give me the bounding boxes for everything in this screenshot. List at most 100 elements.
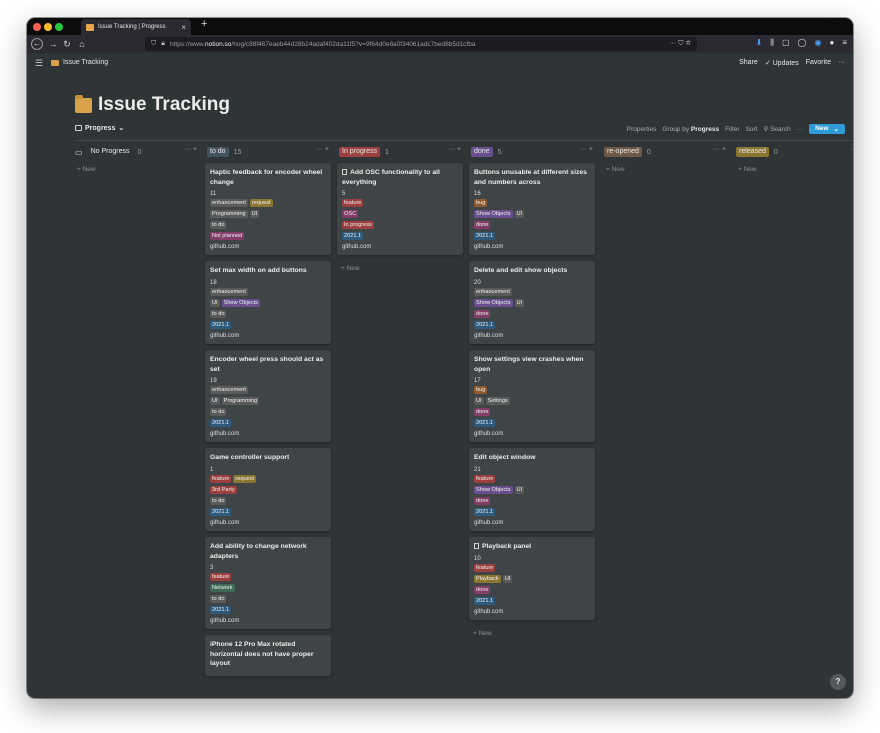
back-button[interactable]: ← (31, 38, 43, 50)
sort-button[interactable]: Sort (746, 126, 758, 133)
source-link[interactable]: github.com (210, 617, 326, 625)
tag-badge: 2021.1 (210, 419, 232, 427)
add-card-button[interactable]: + New (473, 630, 492, 637)
filter-button[interactable]: Filter (725, 126, 739, 133)
share-button[interactable]: Share (739, 59, 758, 67)
address-bar[interactable]: ⛉ 🔒︎ https://www.notion.so/hog/c88f467ea… (145, 37, 697, 51)
view-more-button[interactable]: ··· (797, 126, 804, 133)
tab-close-icon[interactable]: × (181, 23, 186, 32)
page-actions-icons[interactable]: ··· ⛉ ☆ (669, 40, 691, 48)
account-icon[interactable]: ◯ (798, 38, 807, 48)
help-button[interactable]: ? (830, 674, 846, 690)
extension-icon[interactable]: ◉ (815, 38, 822, 48)
page-title-text[interactable]: Issue Tracking (98, 94, 230, 116)
source-link[interactable]: github.com (342, 243, 458, 251)
kanban-card[interactable]: Buttons unusable at different sizes and … (469, 163, 595, 255)
add-card-button[interactable]: + New (341, 265, 360, 272)
tag-badge: UI (474, 397, 484, 405)
add-card-button[interactable]: + New (738, 166, 757, 173)
column-actions[interactable]: ··· + (580, 146, 593, 153)
tag-row: feature request (210, 474, 326, 483)
kanban-card[interactable]: Game controller support 1 feature request 3r… (205, 448, 331, 531)
tag-badge: to do (210, 595, 227, 603)
card-title: Playback panel (474, 542, 590, 552)
close-window-icon[interactable] (33, 23, 41, 31)
search-button[interactable]: ⚲ Search (763, 125, 790, 133)
properties-button[interactable]: Properties (627, 126, 657, 133)
home-icon[interactable]: ⌂ (76, 39, 88, 49)
group-by-button[interactable]: Group by Progress (662, 126, 719, 133)
column-actions[interactable]: ··· + (713, 146, 726, 153)
tag-badge: Network (210, 584, 235, 592)
no-progress-icon: ▭ (75, 147, 83, 157)
kanban-card[interactable]: Set max width on add buttons 18 enhancemen… (205, 261, 331, 344)
new-tab-button[interactable]: + (201, 18, 207, 30)
tag-badge: to do (210, 221, 227, 229)
column-header[interactable]: re-opened 0 ··· + (604, 146, 726, 158)
source-link[interactable]: github.com (210, 430, 326, 438)
column-actions[interactable]: ··· + (316, 146, 329, 153)
column-header[interactable]: released 0 ··· (736, 146, 853, 158)
column-actions[interactable]: ··· (851, 146, 853, 153)
kanban-card[interactable]: Playback panel 10 feature Playback UI done 202… (469, 537, 595, 620)
column-header[interactable]: done 5 ··· + (471, 146, 593, 158)
topbar-actions: Share ✓ Updates Favorite ··· (739, 59, 845, 67)
sidebar-toggle-icon[interactable]: ☰ (35, 58, 43, 69)
breadcrumb[interactable]: Issue Tracking (51, 59, 108, 66)
kanban-card[interactable]: Delete and edit show objects 20 enhancemen… (469, 261, 595, 344)
source-link[interactable]: github.com (474, 608, 590, 616)
download-icon[interactable]: ⬇ (756, 38, 763, 48)
column-actions[interactable]: ··· + (448, 146, 461, 153)
kanban-card[interactable]: Haptic feedback for encoder wheel change… (205, 163, 331, 255)
kanban-card[interactable]: Encoder wheel press should act as set 19 e… (205, 350, 331, 442)
card-title-text: Buttons unusable at different sizes and … (474, 169, 587, 186)
reload-icon[interactable]: ↻ (61, 39, 73, 50)
tag-badge: 2021.1 (474, 507, 496, 516)
tag-row: UI Programming (210, 397, 326, 405)
tag-badge: 2021.1 (210, 507, 232, 516)
view-bar: Progress ⌄ Properties Group by Progress … (75, 124, 845, 136)
more-options-button[interactable]: ··· (838, 59, 845, 67)
source-link[interactable]: github.com (210, 519, 326, 527)
issue-number: 19 (210, 378, 217, 384)
tag-badge: feature (474, 474, 496, 483)
kanban-card[interactable]: Add OSC functionality to all everything 5… (337, 163, 463, 255)
column-header[interactable]: In progress 1 ··· + (339, 146, 461, 158)
favorite-button[interactable]: Favorite (806, 59, 831, 67)
add-card-button[interactable]: + New (606, 166, 625, 173)
new-dropdown-icon[interactable]: ⌄ (834, 125, 839, 133)
column-actions[interactable]: ··· + (184, 146, 197, 153)
info-icon[interactable]: ● (829, 38, 834, 48)
column-header[interactable]: ▭ No Progress 0 ··· + (75, 146, 197, 158)
new-button[interactable]: New ⌄ (809, 124, 845, 134)
source-link[interactable]: github.com (474, 519, 590, 527)
view-selector[interactable]: Progress ⌄ (75, 124, 124, 132)
tag-badge: OSC (342, 210, 359, 218)
folder-icon (86, 23, 94, 31)
tag-badge: enhancement (210, 386, 248, 394)
updates-button[interactable]: ✓ Updates (765, 59, 799, 67)
browser-tab[interactable]: Issue Tracking | Progress × (81, 19, 191, 35)
issue-number: 1 (210, 466, 214, 473)
card-title: Add ability to change network adapters (210, 542, 326, 561)
sidebar-icon[interactable]: ▢ (782, 38, 790, 48)
kanban-card[interactable]: Show settings view crashes when open 17 bu… (469, 350, 595, 442)
source-link[interactable]: github.com (210, 243, 326, 251)
zoom-window-icon[interactable] (55, 23, 63, 31)
source-link[interactable]: github.com (474, 332, 590, 340)
source-link[interactable]: github.com (210, 332, 326, 340)
minimize-window-icon[interactable] (44, 23, 52, 31)
kanban-card[interactable]: Edit object window 21 feature Show Objects U… (469, 448, 595, 531)
kanban-card[interactable]: iPhone 12 Pro Max rotated horizontal doe… (205, 635, 331, 676)
kanban-card[interactable]: Add ability to change network adapters 3 f… (205, 537, 331, 629)
forward-icon[interactable]: → (47, 39, 59, 49)
tag-row: 2021.1 (474, 596, 590, 605)
add-card-button[interactable]: + New (77, 166, 96, 173)
menu-icon[interactable]: ≡ (842, 38, 847, 48)
tag-row: Show Objects UI (474, 298, 590, 307)
source-link[interactable]: github.com (474, 243, 590, 251)
source-link[interactable]: github.com (474, 430, 590, 438)
library-icon[interactable]: ⫼ (770, 38, 774, 48)
column-name: No Progress (90, 148, 130, 155)
column-header[interactable]: to do 15 ··· + (207, 146, 329, 158)
